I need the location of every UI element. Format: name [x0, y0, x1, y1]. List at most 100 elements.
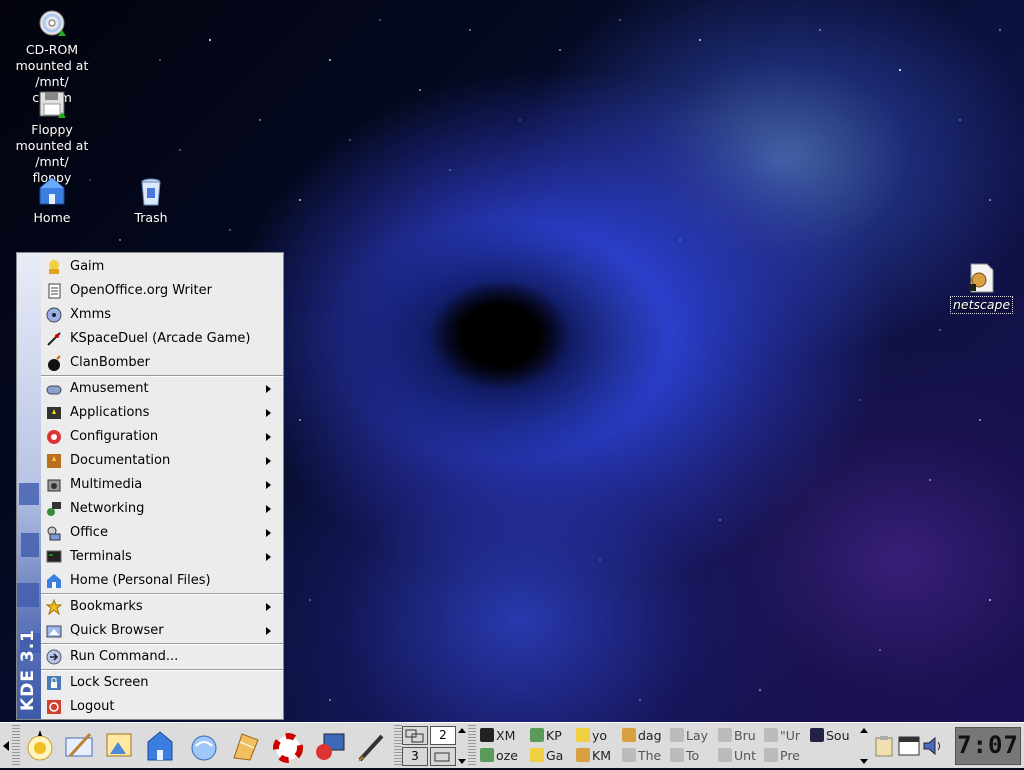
cdrom-icon: [39, 10, 66, 36]
menu-item-amusement[interactable]: Amusement: [41, 377, 283, 401]
pictures-icon: [106, 733, 132, 757]
pager-scroll-arrows-icon[interactable]: [458, 727, 466, 765]
panel-hide-left-arrow-icon[interactable]: [3, 741, 9, 751]
system-tray: [872, 727, 950, 765]
multimedia-icon: [47, 479, 61, 492]
task-button[interactable]: Unt: [718, 746, 762, 766]
text-editor-button[interactable]: [354, 728, 390, 764]
help-button[interactable]: [270, 728, 306, 764]
desktop-icon-home[interactable]: Home: [16, 176, 88, 226]
menu-item-openoffice-writer[interactable]: OpenOffice.org Writer: [41, 279, 283, 303]
menu-item-label: Configuration: [70, 429, 159, 444]
taskbar-scroll-arrows-icon[interactable]: [860, 727, 868, 765]
menu-item-documentation[interactable]: Documentation: [41, 449, 283, 473]
submenu-arrow-icon: [266, 529, 271, 537]
task-button[interactable]: KP: [530, 726, 572, 746]
documentation-icon: [47, 454, 61, 468]
lifebuoy-icon: [273, 733, 303, 763]
pager-desktop-4[interactable]: [430, 747, 456, 766]
terminal-icon: [46, 550, 62, 563]
submenu-arrow-icon: [266, 603, 271, 611]
menu-item-lock-screen[interactable]: Lock Screen: [41, 671, 283, 695]
volume-speaker-icon[interactable]: [922, 735, 944, 757]
menu-item-label: ClanBomber: [70, 355, 151, 370]
menu-item-label: KSpaceDuel (Arcade Game): [70, 331, 251, 346]
menu-item-clanbomber[interactable]: ClanBomber: [41, 351, 283, 375]
desktop-icon-floppy[interactable]: Floppy mounted at /mnt/ floppy: [2, 90, 102, 186]
desktop-access-button[interactable]: [62, 728, 98, 764]
menu-item-terminals[interactable]: Terminals: [41, 545, 283, 569]
gaim-icon: [576, 728, 590, 742]
kde-gear-icon: [27, 730, 53, 761]
task-button[interactable]: KM: [576, 746, 620, 766]
submenu-arrow-icon: [266, 385, 271, 393]
panel-handle[interactable]: [12, 725, 20, 767]
menu-item-configuration[interactable]: Configuration: [41, 425, 283, 449]
clock-time: 7:07: [957, 731, 1019, 759]
menu-item-quick-browser[interactable]: Quick Browser: [41, 619, 283, 643]
pager-desktop-1[interactable]: [402, 726, 428, 745]
menu-item-gaim[interactable]: Gaim: [41, 255, 283, 279]
submenu-arrow-icon: [266, 409, 271, 417]
menu-item-run-command[interactable]: Run Command...: [41, 645, 283, 669]
menu-item-xmms[interactable]: Xmms: [41, 303, 283, 327]
task-button[interactable]: Bru: [718, 726, 762, 746]
clock[interactable]: 7:07: [955, 727, 1021, 765]
task-button[interactable]: yo: [576, 726, 620, 746]
submenu-arrow-icon: [266, 433, 271, 441]
home-icon: [39, 177, 65, 205]
menu-item-office[interactable]: Office: [41, 521, 283, 545]
klipper-clipboard-icon[interactable]: [874, 735, 894, 757]
bomb-icon: [48, 355, 61, 371]
task-button[interactable]: oze: [480, 746, 526, 766]
home-folder-button[interactable]: [142, 728, 178, 764]
menu-item-label: OpenOffice.org Writer: [70, 283, 212, 298]
control-center-icon: [316, 733, 345, 760]
task-button[interactable]: dag: [622, 726, 668, 746]
pager-desktop-2[interactable]: 2: [430, 726, 456, 745]
task-button[interactable]: Lay: [670, 726, 716, 746]
desktop-icon-trash[interactable]: Trash: [116, 176, 186, 226]
floppy-icon: [39, 91, 66, 118]
floppy-label-line2: mounted at /mnt/: [15, 138, 89, 169]
menu-item-multimedia[interactable]: Multimedia: [41, 473, 283, 497]
task-button[interactable]: XM: [480, 726, 526, 746]
task-button[interactable]: Ga: [530, 746, 572, 766]
menu-item-kspaceduel[interactable]: KSpaceDuel (Arcade Game): [41, 327, 283, 351]
menu-item-label: Gaim: [70, 259, 105, 274]
menu-item-home-personal-files[interactable]: Home (Personal Files): [41, 569, 283, 593]
task-button[interactable]: Sou: [810, 726, 858, 746]
konqueror-browser-button[interactable]: [186, 728, 222, 764]
writer-icon: [48, 283, 61, 299]
taskbar-handle[interactable]: [468, 725, 476, 767]
task-button[interactable]: Pre: [764, 746, 808, 766]
desktop-icon-netscape[interactable]: netscape: [950, 262, 1014, 314]
quick-browser-icon: [46, 625, 62, 638]
menu-item-label: Run Command...: [70, 649, 179, 664]
submenu-arrow-icon: [266, 505, 271, 513]
menu-item-networking[interactable]: Networking: [41, 497, 283, 521]
menu-item-logout[interactable]: Logout: [41, 695, 283, 719]
k-menu-button[interactable]: [22, 728, 58, 764]
control-center-button[interactable]: [312, 728, 348, 764]
kmail-button[interactable]: [228, 728, 264, 764]
menu-item-bookmarks[interactable]: Bookmarks: [41, 595, 283, 619]
menu-item-label: Logout: [70, 699, 115, 714]
konqueror-pictures-button[interactable]: [102, 728, 138, 764]
check-icon: [622, 748, 636, 762]
configuration-icon: [47, 430, 61, 444]
menu-item-applications[interactable]: Applications: [41, 401, 283, 425]
task-button[interactable]: To: [670, 746, 716, 766]
pager-desktop-3[interactable]: 3: [402, 747, 428, 766]
task-button[interactable]: The: [622, 746, 668, 766]
task-button[interactable]: "Ur: [764, 726, 808, 746]
show-desktop-icon: [65, 732, 93, 758]
menu-item-label: Applications: [70, 405, 150, 420]
menu-item-label: Lock Screen: [70, 675, 149, 690]
kde-panel: 2 3 XM KP yo dag Lay Bru "Ur Sou oze Ga …: [0, 722, 1024, 768]
home-icon: [47, 574, 61, 588]
submenu-arrow-icon: [266, 627, 271, 635]
menu-item-label: Multimedia: [70, 477, 143, 492]
office-icon: [47, 526, 61, 541]
calendar-icon[interactable]: [898, 735, 920, 757]
